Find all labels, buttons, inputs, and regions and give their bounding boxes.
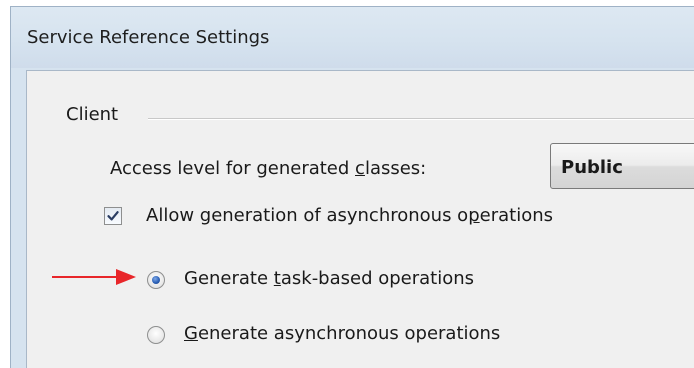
red-arrow-icon [52, 269, 136, 285]
radio-selected-dot [152, 276, 160, 284]
allow-async-label[interactable]: Allow generation of asynchronous operati… [146, 205, 553, 226]
task-based-radio[interactable] [147, 271, 165, 289]
dialog-title: Service Reference Settings [27, 27, 270, 48]
checkmark-icon [107, 211, 119, 221]
client-group-label: Client [66, 104, 119, 125]
client-group-divider [148, 118, 694, 120]
task-based-label[interactable]: Generate task-based operations [184, 268, 474, 289]
screenshot-stage: Service Reference Settings Client Access… [0, 0, 694, 368]
async-operations-label[interactable]: Generate asynchronous operations [184, 323, 500, 344]
access-level-dropdown[interactable]: Public [550, 143, 694, 189]
dialog-title-bar: Service Reference Settings [10, 6, 694, 68]
allow-async-checkbox[interactable] [104, 207, 122, 225]
access-level-selected-value: Public [561, 157, 623, 178]
access-level-label: Access level for generated classes: [110, 158, 427, 179]
async-operations-radio[interactable] [147, 326, 165, 344]
